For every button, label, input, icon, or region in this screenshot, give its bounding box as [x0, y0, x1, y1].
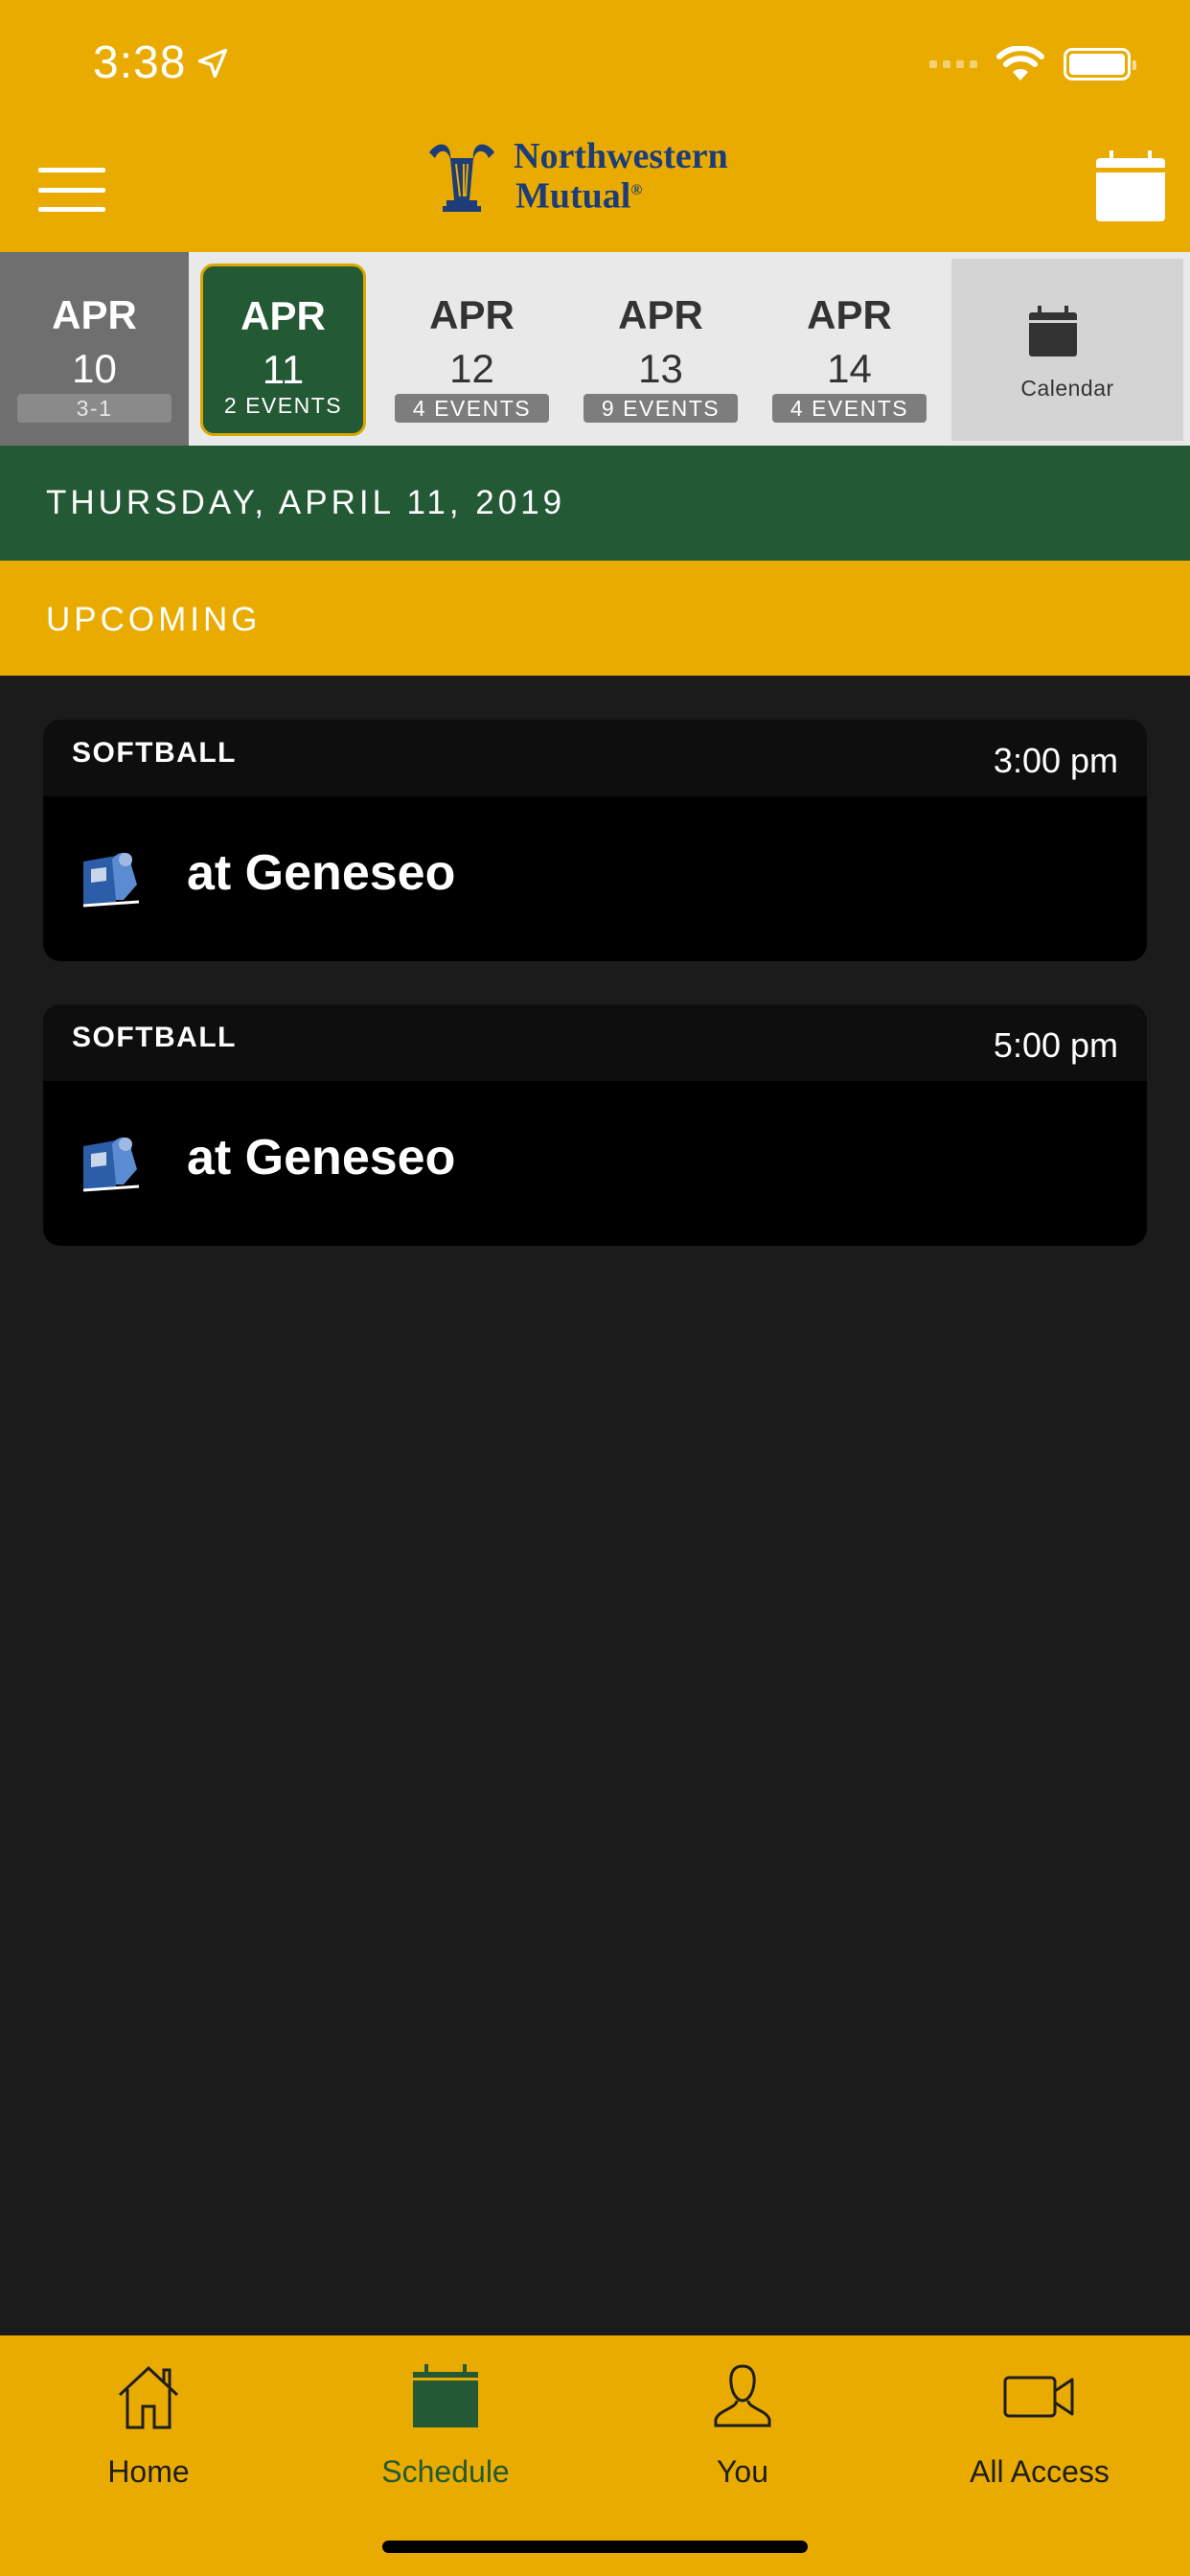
event-opponent: at Geneseo — [187, 845, 456, 901]
record-badge: 3-1 — [17, 394, 172, 423]
event-sport: SOFTBALL — [72, 1022, 237, 1053]
tab-all-access[interactable]: All Access — [891, 2335, 1188, 2489]
video-camera-icon — [1003, 2376, 1074, 2418]
calendar-button[interactable] — [1096, 150, 1165, 221]
selected-date-card: APR 11 2 EVENTS — [200, 264, 366, 436]
top-bar: 3:38 Northwestern Mutual® — [0, 0, 1190, 252]
menu-button[interactable] — [38, 168, 105, 212]
status-indicators — [929, 46, 1136, 82]
location-arrow-icon — [198, 48, 228, 78]
event-time: 5:00 pm — [993, 1025, 1118, 1065]
calendar-icon — [413, 2364, 478, 2427]
date-tile-apr-11[interactable]: APR 11 2 EVENTS — [189, 252, 378, 446]
day-header: THURSDAY, APRIL 11, 2019 — [0, 446, 1190, 561]
status-time: 3:38 — [93, 36, 230, 89]
team-logo-icon — [82, 1137, 140, 1192]
northwestern-mutual-logo: Northwestern Mutual® — [422, 136, 728, 217]
home-icon — [118, 2365, 179, 2429]
event-card-header: SOFTBALL 5:00 pm — [43, 1004, 1147, 1081]
event-count-badge: 4 EVENTS — [772, 394, 927, 423]
event-count-badge: 4 EVENTS — [395, 394, 549, 423]
date-tile-apr-12[interactable]: APR 12 4 EVENTS — [378, 252, 566, 446]
tab-you[interactable]: You — [594, 2335, 891, 2489]
event-opponent: at Geneseo — [187, 1130, 456, 1185]
person-icon — [714, 2364, 771, 2427]
team-logo-icon — [82, 852, 140, 908]
section-header-upcoming: UPCOMING — [0, 561, 1190, 676]
battery-icon — [1064, 48, 1136, 80]
event-count-badge: 2 EVENTS — [223, 393, 343, 418]
tab-schedule[interactable]: Schedule — [297, 2335, 594, 2489]
logo-text: Northwestern Mutual® — [514, 136, 728, 217]
date-tile-apr-14[interactable]: APR 14 4 EVENTS — [755, 252, 944, 446]
home-indicator[interactable] — [382, 2541, 808, 2553]
event-time: 3:00 pm — [993, 741, 1118, 780]
event-count-badge: 9 EVENTS — [584, 394, 738, 423]
event-card[interactable]: SOFTBALL 5:00 pm at Geneseo — [43, 1004, 1147, 1246]
date-tile-apr-13[interactable]: APR 13 9 EVENTS — [566, 252, 755, 446]
calendar-tile[interactable]: Calendar — [951, 259, 1183, 441]
cellular-signal-icon — [929, 60, 977, 68]
calendar-icon — [1029, 306, 1077, 356]
event-sport: SOFTBALL — [72, 737, 237, 769]
wifi-icon — [996, 46, 1044, 80]
event-card[interactable]: SOFTBALL 3:00 pm at Geneseo — [43, 720, 1147, 961]
date-tile-apr-10[interactable]: APR 10 3-1 — [0, 252, 189, 446]
event-card-header: SOFTBALL 3:00 pm — [43, 720, 1147, 796]
tab-home[interactable]: Home — [0, 2335, 297, 2489]
logo-mark-icon — [429, 144, 494, 212]
